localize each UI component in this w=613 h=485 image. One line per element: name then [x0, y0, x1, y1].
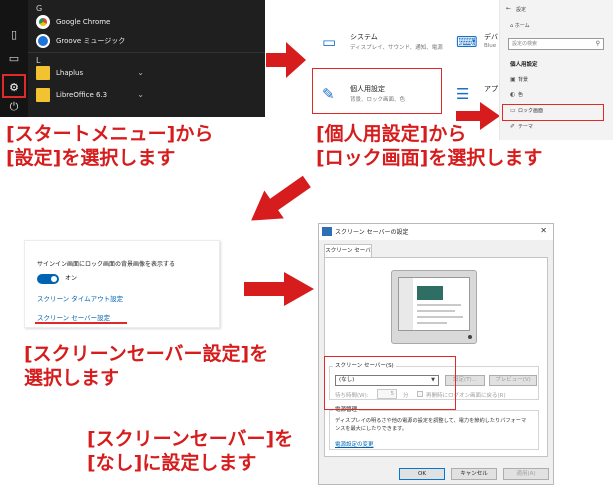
screen-saver-dialog: スクリーン セーバーの設定 ✕ スクリーン セーバー スクリーン セーバー(S)…: [318, 223, 554, 485]
caption-line: 選択します: [24, 366, 120, 389]
start-menu-panel: ▯ ▭ ⚙ ⏻ G Google Chrome Groove ミュージック L …: [0, 0, 265, 117]
app-groove-music[interactable]: Groove ミュージック: [36, 32, 256, 50]
back-arrow-icon[interactable]: ←: [506, 5, 511, 12]
section-header: 個人用設定: [510, 62, 538, 68]
app-google-chrome[interactable]: Google Chrome: [36, 13, 256, 31]
nav-item-background[interactable]: ▣ 背景: [510, 75, 528, 85]
cancel-button[interactable]: キャンセル: [451, 468, 497, 480]
toggle-knob: [51, 276, 57, 282]
group-letter-g[interactable]: G: [36, 4, 42, 13]
caption-line: [スクリーンセーバー設定]を: [24, 343, 269, 365]
power-icon[interactable]: ⏻: [6, 100, 22, 114]
app-label: LibreOffice 6.3: [56, 91, 108, 99]
highlight-box: [324, 356, 456, 410]
app-label: Lhaplus: [56, 69, 84, 77]
apply-button[interactable]: 適用(A): [503, 468, 549, 480]
chevron-down-icon: ⌄: [137, 90, 144, 99]
app-lhaplus[interactable]: Lhaplus ⌄: [36, 64, 256, 82]
caption-step-2: [個人用設定]から [ロック画面]を選択します: [316, 123, 542, 171]
chevron-down-icon: ⌄: [137, 68, 144, 77]
tile-subtitle: Blue: [484, 43, 497, 49]
power-description: ディスプレイの明るさや他の電源の設定を調整して、電力を節約したりパフォーマンスを…: [335, 418, 527, 432]
tile-title: デバ: [484, 33, 498, 41]
preview-line: [417, 316, 463, 318]
monitor-led: [468, 335, 472, 339]
nav-item-label: 色: [518, 92, 524, 98]
highlight-underline: [35, 322, 127, 324]
start-rail: ▯ ▭ ⚙ ⏻: [0, 0, 28, 117]
gear-icon[interactable]: ⚙: [2, 74, 26, 98]
settings-tile-devices[interactable]: ⌨ デバ Blue: [456, 30, 500, 68]
screen-saver-link[interactable]: スクリーン セーバー設定: [37, 312, 110, 322]
preview-line: [417, 304, 461, 306]
app-libreoffice[interactable]: LibreOffice 6.3 ⌄: [36, 86, 256, 104]
divider: [28, 52, 265, 53]
window-title: 設定: [516, 7, 527, 13]
app-label: Groove ミュージック: [56, 37, 126, 45]
folder-icon: [36, 88, 50, 102]
dialog-title: スクリーン セーバーの設定: [335, 229, 409, 236]
background-toggle[interactable]: [37, 274, 59, 284]
tile-subtitle: ディスプレイ、サウンド、通知、電源: [350, 45, 443, 51]
nav-home-label: ホーム: [514, 23, 530, 29]
search-placeholder: 設定の検索: [512, 41, 538, 47]
screen-timeout-link[interactable]: スクリーン タイムアウト設定: [37, 293, 123, 303]
preview-button[interactable]: プレビュー(V): [489, 375, 537, 386]
tab-screen-saver[interactable]: スクリーン セーバー: [324, 244, 372, 267]
arrow-right-icon: [244, 272, 314, 306]
toggle-state-label: オン: [65, 275, 78, 282]
laptop-icon: ▭: [322, 33, 337, 51]
preview-line: [417, 322, 447, 324]
caption-step-3: [スクリーンセーバー設定]を 選択します: [24, 343, 268, 391]
highlight-box: [502, 104, 604, 121]
preview-sidebar: [399, 278, 413, 330]
devices-icon: ⌨: [456, 33, 478, 51]
folder-icon: [36, 66, 50, 80]
preview-banner: [417, 286, 443, 300]
preview-screen: [398, 277, 470, 331]
preview-line: [417, 310, 455, 312]
caption-step-4: [スクリーンセーバー]を [なし]に設定します: [87, 428, 293, 476]
settings-search-input[interactable]: 設定の検索 ⚲: [508, 38, 604, 50]
caption-line: [個人用設定]から: [316, 123, 467, 145]
show-background-label: サインイン画面にロック画面の背景画像を表示する: [37, 261, 176, 268]
caption-line: [スタートメニュー]から: [6, 123, 214, 145]
nav-home[interactable]: ⌂ ホーム: [510, 22, 530, 29]
groove-music-icon: [36, 34, 50, 48]
apps-icon: ☰: [456, 85, 470, 103]
picture-icon[interactable]: ▭: [6, 52, 22, 66]
picture-icon: ▣: [510, 76, 516, 83]
document-icon[interactable]: ▯: [6, 28, 22, 42]
settings-tile-system[interactable]: ▭ システム ディスプレイ、サウンド、通知、電源: [322, 30, 452, 68]
chrome-icon: [36, 15, 50, 29]
caption-line: [ロック画面]を選択します: [316, 146, 543, 169]
caption-line: [設定]を選択します: [6, 146, 176, 169]
caption-line: [スクリーンセーバー]を: [87, 428, 294, 450]
caption-line: [なし]に設定します: [87, 451, 257, 474]
nav-item-color[interactable]: ◐ 色: [510, 90, 523, 100]
power-settings-link[interactable]: 電源設定の変更: [335, 440, 374, 448]
caption-step-1: [スタートメニュー]から [設定]を選択します: [6, 123, 213, 171]
arrow-right-icon: [266, 42, 306, 78]
display-icon: [322, 227, 332, 236]
monitor-preview: [391, 270, 477, 344]
tile-title: アプ: [484, 85, 498, 93]
tile-title: システム: [350, 33, 378, 41]
close-icon[interactable]: ✕: [540, 226, 547, 235]
lock-screen-settings-panel: サインイン画面にロック画面の背景画像を表示する オン スクリーン タイムアウト設…: [24, 240, 220, 328]
nav-item-label: 背景: [518, 77, 529, 83]
dialog-titlebar[interactable]: スクリーン セーバーの設定 ✕: [319, 224, 553, 240]
search-icon: ⚲: [595, 40, 600, 47]
highlight-box: [312, 68, 442, 114]
ok-button[interactable]: OK: [399, 468, 445, 480]
arrow-down-left-icon: [251, 175, 311, 221]
app-label: Google Chrome: [56, 18, 111, 26]
palette-icon: ◐: [510, 91, 516, 98]
